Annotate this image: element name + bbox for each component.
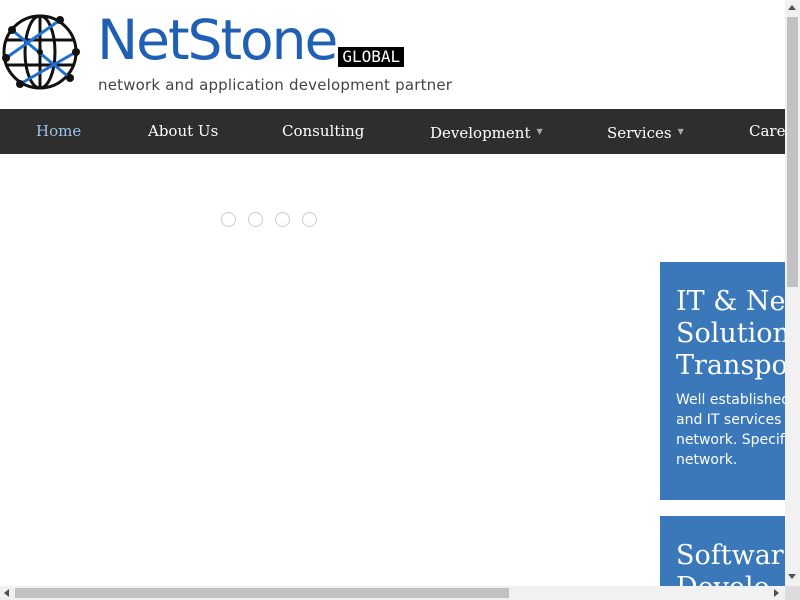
nav-item-about-us[interactable]: About Us (148, 109, 218, 154)
horizontal-scrollbar[interactable] (0, 586, 785, 600)
card-title: IT & Net Solution Transpor (676, 286, 785, 381)
card-title: Software Develo (676, 540, 785, 586)
nav-item-careers[interactable]: Caree (749, 109, 785, 154)
slider-dot[interactable] (275, 212, 290, 227)
brand-badge: GLOBAL (338, 47, 405, 67)
slider-dot[interactable] (302, 212, 317, 227)
slider-dot[interactable] (248, 212, 263, 227)
scroll-up-arrow-icon[interactable] (788, 5, 796, 10)
site-header: NetStone GLOBAL network and application … (0, 0, 785, 109)
scroll-left-arrow-icon[interactable] (4, 589, 9, 597)
card-description: Well established and IT services i netwo… (676, 392, 785, 468)
vertical-scroll-thumb[interactable] (787, 17, 798, 287)
dropdown-caret-icon: ▼ (677, 127, 684, 136)
vertical-scrollbar[interactable] (785, 0, 800, 586)
dropdown-caret-icon: ▼ (536, 127, 543, 136)
horizontal-scroll-thumb[interactable] (15, 588, 509, 598)
brand-tagline: network and application development part… (98, 76, 453, 94)
nav-item-home[interactable]: Home (36, 109, 81, 154)
scroll-right-arrow-icon[interactable] (774, 589, 779, 597)
nav-item-development[interactable]: Development ▼ (430, 109, 543, 154)
feature-card-it-network[interactable]: IT & Net Solution Transpor Well establis… (660, 262, 785, 500)
brand-logo[interactable]: NetStone GLOBAL (97, 8, 405, 72)
nav-item-services[interactable]: Services ▼ (607, 109, 684, 154)
feature-card-software[interactable]: Software Develo (660, 516, 785, 586)
slider-dot[interactable] (221, 212, 236, 227)
nav-item-consulting[interactable]: Consulting (282, 109, 364, 154)
scrollbar-corner (785, 586, 800, 600)
brand-name: NetStone (97, 8, 338, 72)
main-nav: Home About Us Consulting Development ▼ Se… (0, 109, 785, 154)
scroll-down-arrow-icon[interactable] (788, 574, 796, 579)
slider-pagination (221, 212, 317, 227)
globe-network-icon[interactable] (0, 10, 80, 92)
